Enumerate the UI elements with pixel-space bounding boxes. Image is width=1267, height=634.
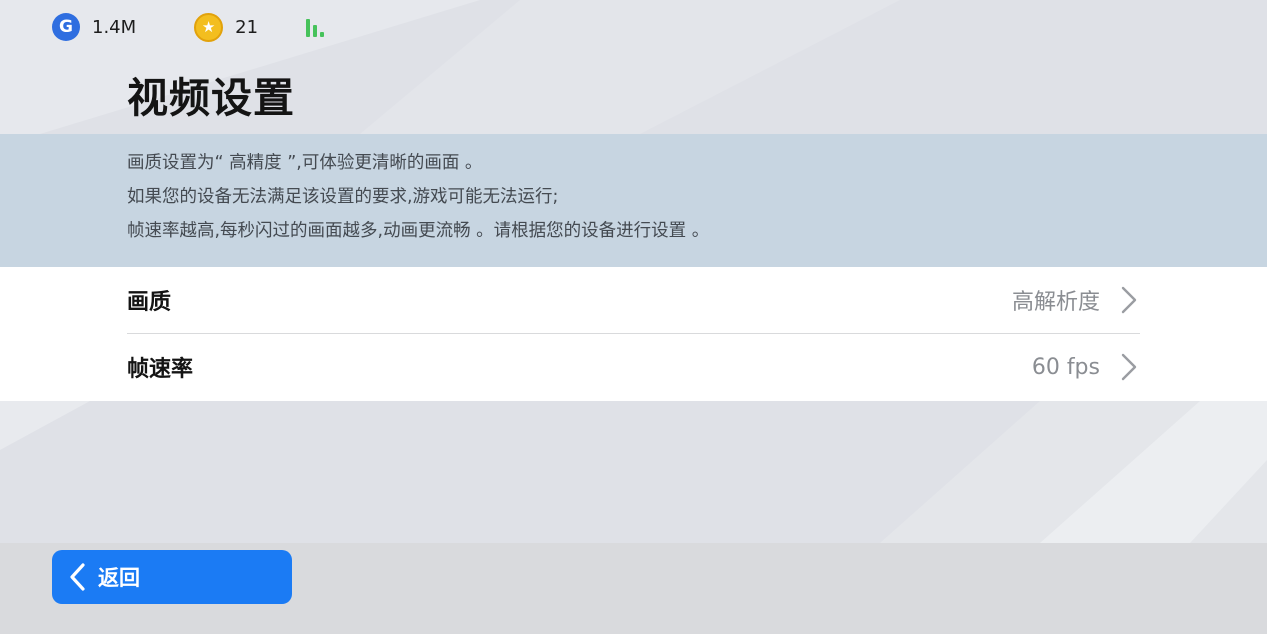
star-coin-icon: ★	[194, 12, 224, 42]
info-line: 画质设置为“ 高精度 ”,可体验更清晰的画面 。	[127, 153, 483, 173]
setting-label: 帧速率	[127, 357, 194, 382]
bottom-bar: 返回	[0, 543, 1267, 634]
gems-value: 1.4M	[92, 16, 137, 38]
back-button[interactable]: 返回	[52, 550, 292, 604]
page-title: 视频设置	[127, 74, 295, 122]
coins-counter: ★ 21	[194, 12, 259, 42]
info-line: 帧速率越高,每秒闪过的画面越多,动画更流畅 。请根据您的设备进行设置 。	[127, 221, 710, 241]
setting-value: 60 fps	[1031, 354, 1100, 380]
chevron-right-icon	[1121, 286, 1137, 314]
signal-bars-icon	[304, 15, 328, 39]
info-band: 画质设置为“ 高精度 ”,可体验更清晰的画面 。 如果您的设备无法满足该设置的要…	[0, 134, 1267, 267]
coins-value: 21	[235, 16, 259, 38]
gems-counter: G 1.4M	[52, 13, 136, 41]
g-currency-icon: G	[52, 13, 80, 41]
settings-panel: 画质 高解析度 帧速率 60 fps	[0, 267, 1267, 401]
setting-label: 画质	[127, 290, 172, 315]
chevron-right-icon	[1121, 353, 1137, 381]
back-label: 返回	[98, 566, 140, 590]
setting-value: 高解析度	[1011, 290, 1100, 315]
info-line: 如果您的设备无法满足该设置的要求,游戏可能无法运行;	[127, 187, 559, 207]
setting-row-quality[interactable]: 画质 高解析度	[127, 267, 1140, 334]
status-bar: G 1.4M ★ 21	[52, 12, 328, 42]
chevron-left-icon	[70, 563, 85, 591]
setting-row-framerate[interactable]: 帧速率 60 fps	[127, 334, 1140, 400]
